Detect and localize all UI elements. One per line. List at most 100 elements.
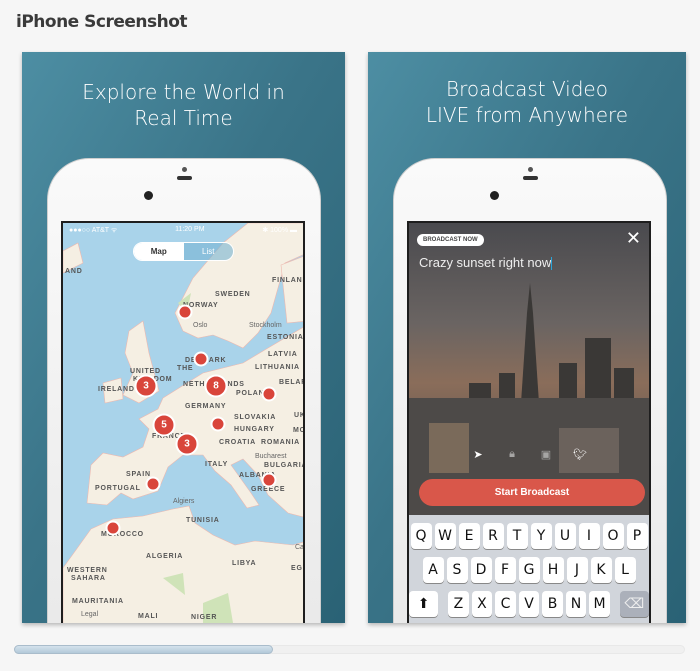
- key-z[interactable]: Z: [448, 591, 469, 617]
- map-broadcast-marker[interactable]: [105, 520, 121, 536]
- map-label: IRELAND: [98, 386, 135, 393]
- map-label: ESTONIA: [267, 334, 304, 341]
- tab-list[interactable]: List: [183, 243, 233, 260]
- caption-text: Crazy sunset right now: [419, 255, 552, 270]
- broadcast-title-input[interactable]: Crazy sunset right now: [419, 255, 553, 271]
- map-label: CROATIA: [219, 439, 256, 446]
- key-u[interactable]: U: [554, 523, 576, 549]
- key-f[interactable]: F: [494, 557, 516, 583]
- headline-line1: Broadcast Video: [446, 77, 608, 101]
- headline-line1: Explore the World in: [82, 80, 285, 104]
- headline-line2: Real Time: [134, 106, 233, 130]
- map-city-label: Oslo: [193, 322, 208, 329]
- map-broadcast-marker[interactable]: [261, 472, 277, 488]
- map-city-label: Stockholm: [249, 322, 282, 329]
- location-arrow-icon[interactable]: ➤: [471, 448, 485, 461]
- map-label: ALGERIA: [146, 553, 184, 560]
- key-d[interactable]: D: [470, 557, 492, 583]
- map-label: SLOVAKIA: [234, 414, 277, 421]
- map-broadcast-marker[interactable]: [177, 304, 193, 320]
- key-r[interactable]: R: [482, 523, 504, 549]
- map-label: FINLAND: [272, 277, 305, 284]
- map-cluster-marker[interactable]: 3: [134, 374, 158, 398]
- map-label: LIBYA: [232, 560, 257, 567]
- map-land: [63, 223, 303, 623]
- key-n[interactable]: N: [565, 591, 587, 617]
- status-bar: ●●●○○ AT&T ᯤ 11:20 PM ✱ 100% ▬: [63, 223, 303, 237]
- speaker-icon: [523, 176, 538, 180]
- close-icon[interactable]: ✕: [626, 229, 641, 247]
- screenshot-card-broadcast[interactable]: Broadcast Video LIVE from Anywhere B R O AD…: [368, 52, 686, 623]
- map-label: BULGARIA: [264, 462, 305, 469]
- map-label: NIGER: [191, 614, 218, 621]
- page-title: iPhone Screenshot: [16, 12, 188, 32]
- map-label: PORTUGAL: [95, 485, 141, 492]
- screenshot-card-map[interactable]: Explore the World in Real Time ●●●○○ AT&…: [22, 52, 345, 623]
- sensor-icon: [144, 191, 153, 200]
- key-j[interactable]: J: [566, 557, 588, 583]
- map-label: BELARUS: [279, 379, 303, 386]
- start-broadcast-button[interactable]: Start Broadcast: [419, 479, 645, 506]
- key-v[interactable]: V: [518, 591, 540, 617]
- key-q[interactable]: Q: [410, 523, 432, 549]
- key-i[interactable]: I: [578, 523, 600, 549]
- key-l[interactable]: L: [614, 557, 636, 583]
- key-p[interactable]: P: [626, 523, 648, 549]
- lock-icon[interactable]: 🔒︎: [505, 448, 519, 461]
- key-g[interactable]: G: [518, 557, 540, 583]
- key-s[interactable]: S: [446, 557, 468, 583]
- map-broadcast-marker[interactable]: [193, 351, 209, 367]
- map-label: THE: [177, 365, 194, 372]
- key-m[interactable]: M: [589, 591, 610, 617]
- map-label: MOLDOVA: [293, 427, 303, 434]
- map-label: WESTERN: [67, 567, 108, 574]
- map-city-label: Bucharest: [255, 453, 287, 460]
- twitter-icon[interactable]: 🐦︎: [573, 448, 587, 461]
- key-a[interactable]: A: [422, 557, 444, 583]
- key-y[interactable]: Y: [530, 523, 552, 549]
- contacts-icon[interactable]: ▣: [539, 448, 553, 461]
- map-label: ROMANIA: [261, 439, 301, 446]
- key-k[interactable]: K: [590, 557, 612, 583]
- map-cluster-marker[interactable]: 8: [204, 374, 228, 398]
- map-list-toggle[interactable]: Map List: [133, 242, 234, 261]
- map-broadcast-marker[interactable]: [145, 476, 161, 492]
- map-label: MAURITANIA: [72, 598, 124, 605]
- map-label: TUNISIA: [186, 517, 220, 524]
- map-broadcast-marker[interactable]: [210, 416, 226, 432]
- front-camera-icon: [528, 167, 533, 172]
- text-cursor: [551, 257, 553, 271]
- map-label: HUNGARY: [234, 426, 275, 433]
- delete-key[interactable]: ⌫: [619, 591, 649, 617]
- map-screen[interactable]: ●●●○○ AT&T ᯤ 11:20 PM ✱ 100% ▬ Map List …: [61, 221, 305, 623]
- map-cluster-marker[interactable]: 5: [152, 413, 176, 437]
- battery-status: ✱ 100% ▬: [262, 227, 297, 234]
- map-label: ITALY: [205, 461, 229, 468]
- map-label: SAHARA: [71, 575, 106, 582]
- map-cluster-marker[interactable]: 3: [175, 432, 199, 456]
- headline-line2: LIVE from Anywhere: [425, 103, 629, 127]
- map-label: GERMANY: [185, 403, 227, 410]
- map-label: LATVIA: [268, 351, 298, 358]
- carrier-signal: ●●●○○ AT&T ᯤ: [69, 227, 118, 234]
- key-x[interactable]: X: [471, 591, 493, 617]
- horizontal-scrollbar-thumb[interactable]: [14, 645, 273, 654]
- map-label: MALI: [138, 613, 159, 620]
- map-label: AND: [65, 268, 83, 275]
- key-o[interactable]: O: [602, 523, 624, 549]
- speaker-icon: [177, 176, 192, 180]
- map-city-label: Algiers: [173, 498, 195, 505]
- key-b[interactable]: B: [542, 591, 563, 617]
- map-broadcast-marker[interactable]: [261, 386, 277, 402]
- key-e[interactable]: E: [458, 523, 480, 549]
- shift-key[interactable]: ⬆: [409, 591, 439, 617]
- map-legal-link[interactable]: Legal: [81, 611, 98, 618]
- key-t[interactable]: T: [506, 523, 528, 549]
- front-camera-icon: [182, 167, 187, 172]
- tab-map[interactable]: Map: [134, 243, 184, 260]
- key-w[interactable]: W: [434, 523, 456, 549]
- share-options: ➤ 🔒︎ ▣ 🐦︎: [409, 448, 649, 461]
- key-h[interactable]: H: [542, 557, 564, 583]
- key-c[interactable]: C: [495, 591, 516, 617]
